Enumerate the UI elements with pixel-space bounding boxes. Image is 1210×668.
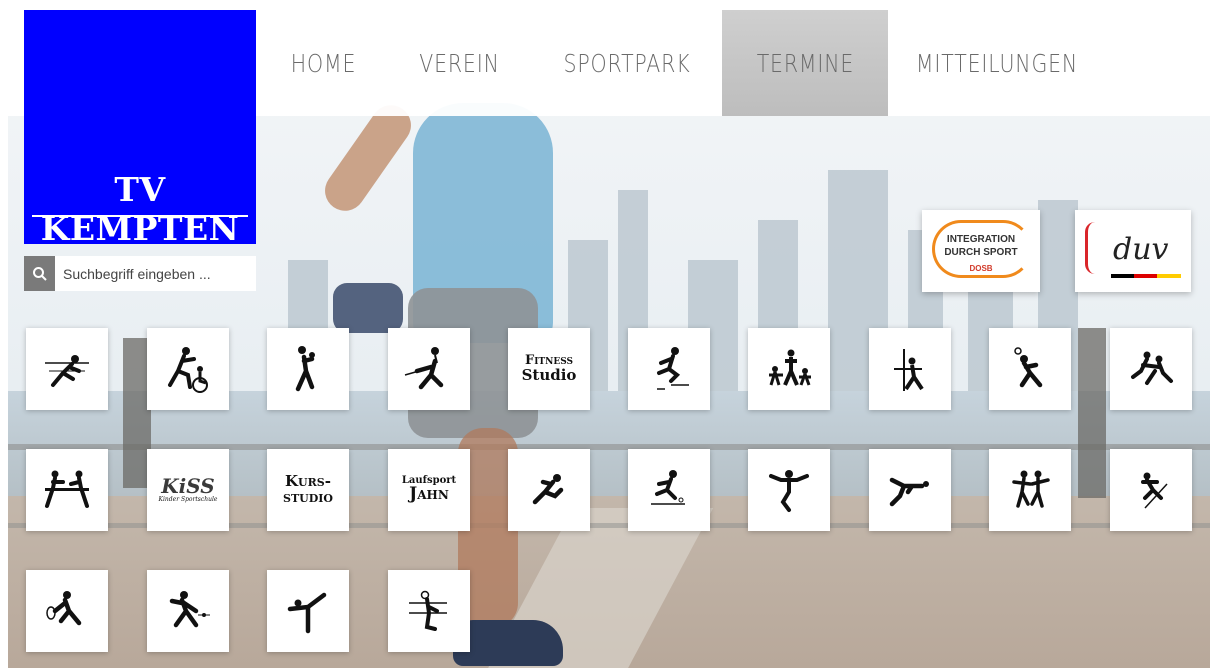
search-button[interactable] [24,256,55,291]
kiss-subtitle: Kinder Sportschule [158,496,218,504]
tile-wheelchair-sports[interactable] [147,328,229,410]
nav-sportpark[interactable]: SPORTPARK [549,10,705,116]
wheelchair-sports-icon [168,347,208,393]
integration-durch-sport-logo[interactable]: INTEGRATION DURCH SPORT DOSB [922,210,1040,292]
tile-dance[interactable] [989,449,1071,531]
integration-line2: DURCH SPORT [944,247,1018,258]
search-icon [32,266,47,281]
integration-line1: INTEGRATION [946,234,1016,245]
fitness-studio-logo: Fitness Studio [522,354,577,383]
tile-trampoline[interactable] [748,449,830,531]
running-icon [532,474,564,505]
tile-jump[interactable] [869,449,951,531]
laufsport-jahn-logo: Laufsport Jahn [402,475,456,505]
fencing-icon [404,347,444,390]
tile-laufsport-jahn[interactable]: Laufsport Jahn [388,449,470,531]
tile-tennis[interactable] [26,570,108,652]
duv-text: duv [1113,232,1169,267]
tile-athletics-hurdle[interactable] [628,449,710,531]
gymnastics-beam-icon [287,592,327,634]
tile-kiss[interactable]: KiSS Kinder Sportschule [147,449,229,531]
kiss-title: KiSS [161,474,215,499]
squash-icon [169,591,210,628]
tile-squash[interactable] [147,570,229,652]
trampoline-icon [769,470,809,512]
tile-fencing[interactable] [388,328,470,410]
nav-verein[interactable]: VEREIN [400,10,519,116]
laufsport-line2: Jahn [409,484,449,505]
judo-icon [1131,351,1173,385]
climbing-icon [409,590,447,631]
jump-icon [889,477,929,507]
duv-logo[interactable]: duv [1075,210,1191,292]
tile-kursstudio[interactable]: Kurs- studio [267,449,349,531]
nav-termine[interactable]: TERMINE [722,10,888,116]
nav-mitteilungen[interactable]: MITTEILUNGEN [908,10,1087,116]
kiss-logo: KiSS Kinder Sportschule [159,476,218,503]
tile-table-tennis[interactable] [26,449,108,531]
nav-home[interactable]: HOME [271,10,375,116]
tile-fitness-studio[interactable]: Fitness Studio [508,328,590,410]
logo-text: TV KEMPTEN [40,170,240,248]
fitness-line2: Studio [521,365,577,384]
flag-stripe [1111,274,1181,278]
hurdles-icon [657,347,689,390]
tile-ballroom-dance[interactable] [748,328,830,410]
tile-gymnastics-beam[interactable] [267,570,349,652]
tile-basketball[interactable] [267,328,349,410]
logo-underline [32,215,248,217]
kurs-line2: studio [283,488,333,506]
tennis-icon [46,591,82,626]
nav-termine-label: TERMINE [756,48,854,78]
ballroom-dance-icon [769,349,811,386]
kursstudio-logo: Kurs- studio [283,473,333,506]
runner-figure-icon [1085,222,1103,274]
gymnastics-icon [894,349,924,391]
tile-badminton[interactable] [26,328,108,410]
main-nav: HOME VEREIN SPORTPARK TERMINE MITTEILUNG… [260,10,1106,116]
dance-icon [1012,470,1050,508]
railing-post [1078,328,1106,498]
basketball-icon [295,346,315,392]
site-logo[interactable]: TV KEMPTEN [24,10,256,248]
search-box [24,256,256,291]
runner-shoe [333,283,403,333]
integration-line3: DOSB [969,264,993,273]
athletics-hurdle-icon [651,470,685,505]
badminton-icon [45,355,89,387]
search-input[interactable] [55,256,256,291]
table-tennis-icon [45,470,89,508]
handball-icon [1014,347,1043,388]
tile-skiing[interactable] [1110,449,1192,531]
tile-handball[interactable] [989,328,1071,410]
skiing-icon [1141,472,1168,509]
tile-running[interactable] [508,449,590,531]
tile-climbing[interactable] [388,570,470,652]
tile-hurdles[interactable] [628,328,710,410]
tile-gymnastics[interactable] [869,328,951,410]
tile-judo[interactable] [1110,328,1192,410]
